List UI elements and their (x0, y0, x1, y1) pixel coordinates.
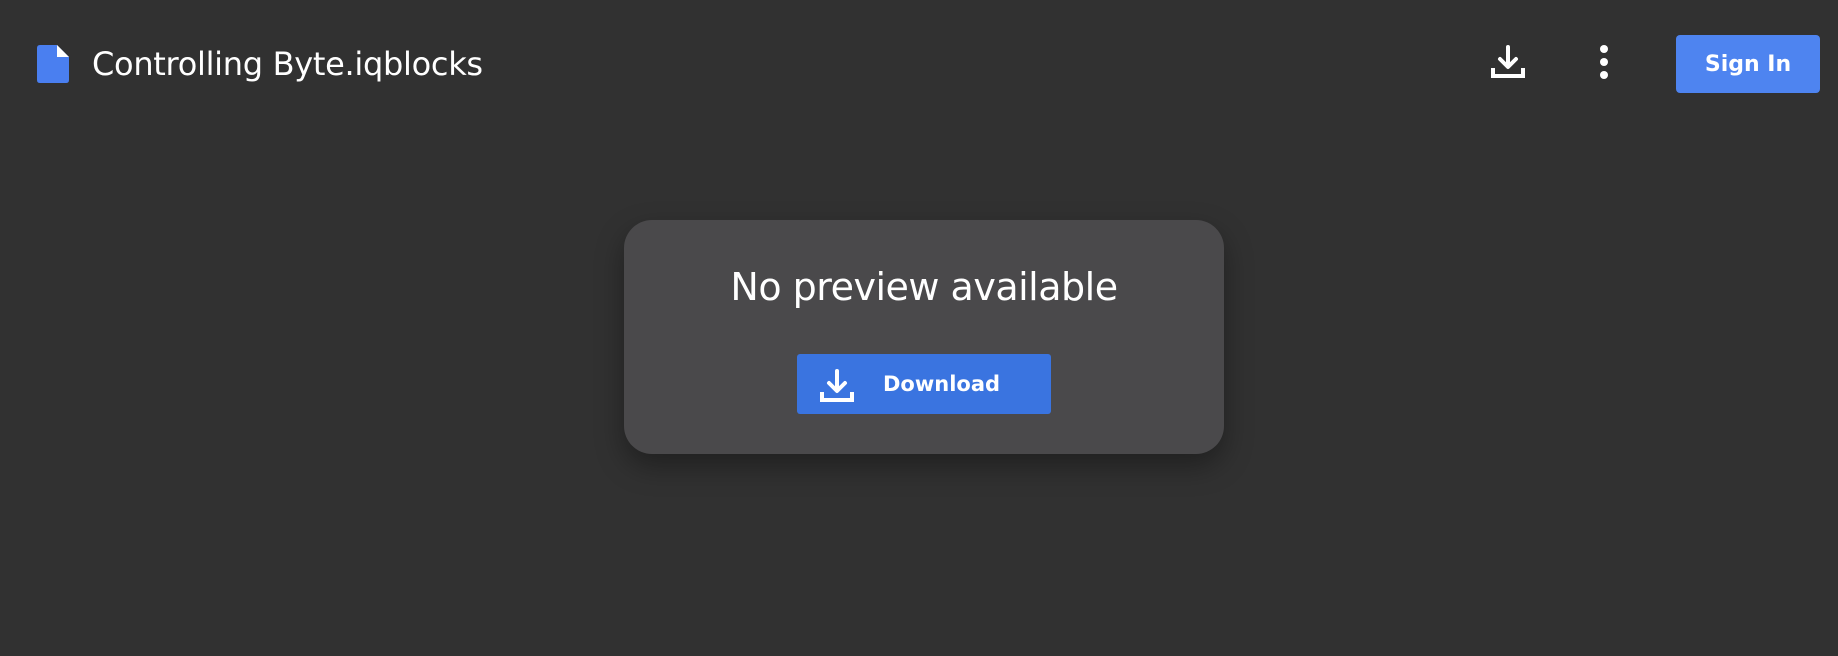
header-download-button[interactable] (1480, 36, 1536, 92)
document-icon (37, 45, 69, 83)
file-title: Controlling Byte.iqblocks (92, 45, 483, 83)
no-preview-card: No preview available Download (624, 220, 1224, 454)
download-button[interactable]: Download (797, 354, 1051, 414)
more-vertical-icon (1598, 44, 1610, 85)
sign-in-button[interactable]: Sign In (1676, 35, 1820, 93)
download-icon (1490, 44, 1526, 85)
top-bar: Controlling Byte.iqblocks Sign In (0, 0, 1838, 128)
no-preview-message: No preview available (730, 265, 1118, 309)
download-button-label: Download (883, 372, 1001, 396)
file-preview-page: Controlling Byte.iqblocks Sign In No pre… (0, 0, 1838, 656)
download-icon (819, 368, 855, 404)
more-options-button[interactable] (1576, 36, 1632, 92)
